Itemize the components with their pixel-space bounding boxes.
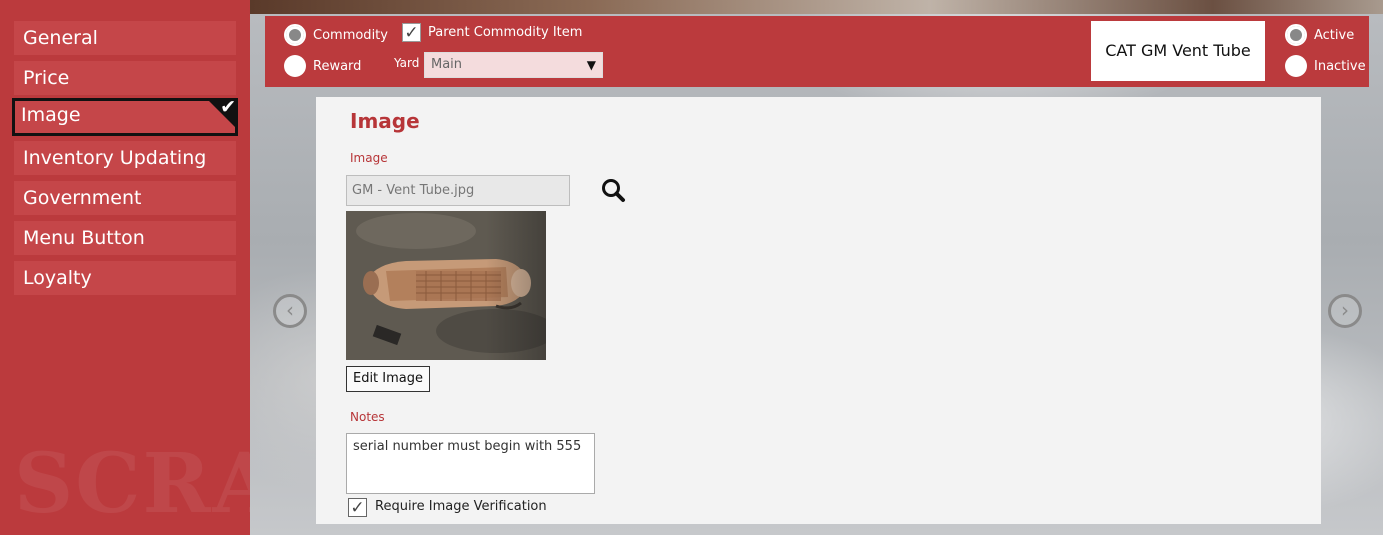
chevron-down-icon: ▼ bbox=[586, 58, 596, 72]
sidebar-item-general[interactable]: General bbox=[14, 21, 236, 55]
watermark-text: SCRAP bbox=[14, 436, 250, 532]
notes-label: Notes bbox=[350, 410, 385, 424]
yard-select-value: Main bbox=[431, 57, 463, 72]
item-photo bbox=[346, 211, 546, 360]
require-image-verification-label: Require Image Verification bbox=[375, 499, 547, 514]
reward-radio[interactable] bbox=[284, 55, 306, 77]
checkmark-icon: ✔ bbox=[220, 96, 236, 118]
sidebar-item-label: Inventory Updating bbox=[23, 147, 207, 169]
image-field-label: Image bbox=[350, 151, 388, 165]
parent-commodity-checkbox[interactable]: ✓ bbox=[402, 23, 421, 43]
yard-select[interactable]: Main ▼ bbox=[424, 52, 603, 78]
yard-label: Yard bbox=[394, 56, 420, 70]
previous-arrow-button[interactable]: ‹ bbox=[273, 294, 307, 328]
edit-image-button[interactable]: Edit Image bbox=[346, 366, 430, 392]
image-filename-field[interactable]: GM - Vent Tube.jpg bbox=[346, 175, 570, 206]
notes-value: serial number must begin with 555 bbox=[353, 439, 582, 454]
sidebar-item-price[interactable]: Price bbox=[14, 61, 236, 95]
next-arrow-button[interactable]: › bbox=[1328, 294, 1362, 328]
sidebar-item-inventory-updating[interactable]: Inventory Updating bbox=[14, 141, 236, 175]
sidebar-item-loyalty[interactable]: Loyalty bbox=[14, 261, 236, 295]
image-filename-value: GM - Vent Tube.jpg bbox=[352, 183, 475, 198]
sidebar-item-label: General bbox=[23, 27, 98, 49]
chevron-left-icon: ‹ bbox=[286, 298, 294, 322]
require-image-verification-checkbox[interactable]: ✓ bbox=[348, 498, 367, 518]
sidebar-item-image[interactable]: Image ✔ bbox=[12, 96, 238, 136]
sidebar-item-label: Loyalty bbox=[23, 267, 92, 289]
active-radio[interactable] bbox=[1285, 24, 1307, 46]
sidebar-item-menu-button[interactable]: Menu Button bbox=[14, 221, 236, 255]
search-icon[interactable] bbox=[600, 177, 626, 203]
item-title: CAT GM Vent Tube bbox=[1091, 21, 1265, 81]
sidebar-item-government-reporting[interactable]: Government Reporting bbox=[14, 181, 236, 243]
photo-shadow bbox=[486, 211, 546, 360]
inactive-radio[interactable] bbox=[1285, 55, 1307, 77]
inactive-label: Inactive bbox=[1314, 59, 1366, 74]
commodity-label: Commodity bbox=[313, 28, 388, 43]
chevron-right-icon: › bbox=[1341, 298, 1349, 322]
sidebar-item-label: Menu Button bbox=[23, 227, 145, 249]
page-title: Image bbox=[350, 109, 420, 133]
active-label: Active bbox=[1314, 28, 1355, 43]
sidebar-item-label: Image bbox=[21, 104, 81, 126]
item-header-bar: Commodity Reward ✓ Parent Commodity Item… bbox=[265, 16, 1369, 87]
sidebar: SCRAP General Price Image ✔ Inventory Up… bbox=[0, 0, 250, 535]
notes-textarea[interactable]: serial number must begin with 555 bbox=[346, 433, 595, 494]
sidebar-item-label: Price bbox=[23, 67, 70, 89]
commodity-radio[interactable] bbox=[284, 24, 306, 46]
reward-label: Reward bbox=[313, 59, 362, 74]
parent-commodity-label: Parent Commodity Item bbox=[428, 25, 583, 40]
top-image-strip bbox=[250, 0, 1383, 14]
image-panel: Image Image GM - Vent Tube.jpg Edit Imag… bbox=[316, 97, 1321, 524]
